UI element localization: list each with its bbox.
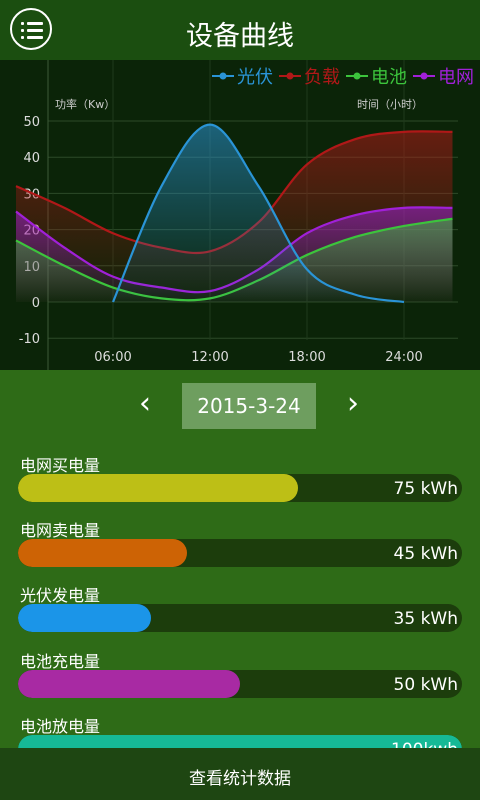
date-display[interactable]: 2015-3-24 (182, 383, 316, 429)
power-curve-chart: 50403020100-1006:0012:0018:0024:00功率（Kw）… (15, 60, 474, 370)
stat-label: 电池放电量 (20, 717, 101, 736)
x-tick-label: 24:00 (385, 350, 422, 365)
y-tick-label: 40 (23, 151, 40, 166)
stat-value: 45 kWh (393, 544, 458, 564)
legend-label: 负载 (304, 67, 340, 88)
y-tick-label: 50 (23, 115, 40, 130)
stat-label: 电网买电量 (20, 456, 101, 475)
stat-progress-fill (18, 604, 152, 632)
stat-value: 35 kWh (393, 609, 458, 629)
legend-marker-dot (286, 72, 294, 80)
stat-label: 电池充电量 (20, 652, 101, 671)
legend-item: 负载 (279, 67, 340, 88)
stat-progress-bar: 75 kWh (18, 474, 462, 502)
legend-item: 电池 (346, 67, 407, 88)
stat-progress-fill (18, 670, 240, 698)
stat-label: 电网卖电量 (20, 521, 101, 540)
y-tick-label: -10 (19, 332, 40, 347)
y-axis-title: 功率（Kw） (55, 97, 115, 111)
stat-row: 电池充电量 50 kWh (0, 648, 480, 712)
legend-marker-dot (420, 72, 428, 80)
x-tick-label: 12:00 (191, 350, 228, 365)
stat-progress-bar: 35 kWh (18, 604, 462, 632)
legend-item: 光伏 (212, 67, 273, 88)
stat-row: 电网买电量 75 kWh (0, 452, 480, 516)
stat-progress-bar: 45 kWh (18, 539, 462, 567)
prev-date-button[interactable]: ‹ (130, 389, 160, 419)
next-date-button[interactable]: › (338, 389, 368, 419)
x-axis-title: 时间（小时） (357, 98, 423, 111)
stat-value: 50 kWh (393, 675, 458, 695)
legend-label: 电池 (371, 67, 407, 88)
legend-item: 电网 (413, 67, 474, 88)
legend-label: 电网 (438, 67, 474, 88)
view-statistics-button[interactable]: 查看统计数据 (0, 764, 480, 789)
x-tick-label: 18:00 (288, 350, 325, 365)
legend-label: 光伏 (237, 67, 273, 88)
stat-label: 光伏发电量 (20, 586, 101, 605)
header-bar: 设备曲线 (0, 0, 480, 60)
stat-row: 电网卖电量 45 kWh (0, 517, 480, 581)
stat-progress-fill (18, 474, 298, 502)
stat-row: 光伏发电量 35 kWh (0, 582, 480, 646)
page-title: 设备曲线 (186, 21, 294, 52)
legend-marker-dot (353, 72, 361, 80)
stat-progress-fill (18, 539, 187, 567)
date-nav: ‹ 2015-3-24 › (0, 383, 480, 429)
chart-panel: 50403020100-1006:0012:0018:0024:00功率（Kw）… (0, 60, 480, 370)
legend-marker-dot (219, 72, 227, 80)
stat-progress-bar: 50 kWh (18, 670, 462, 698)
stat-value: 75 kWh (393, 479, 458, 499)
x-tick-label: 06:00 (94, 350, 131, 365)
